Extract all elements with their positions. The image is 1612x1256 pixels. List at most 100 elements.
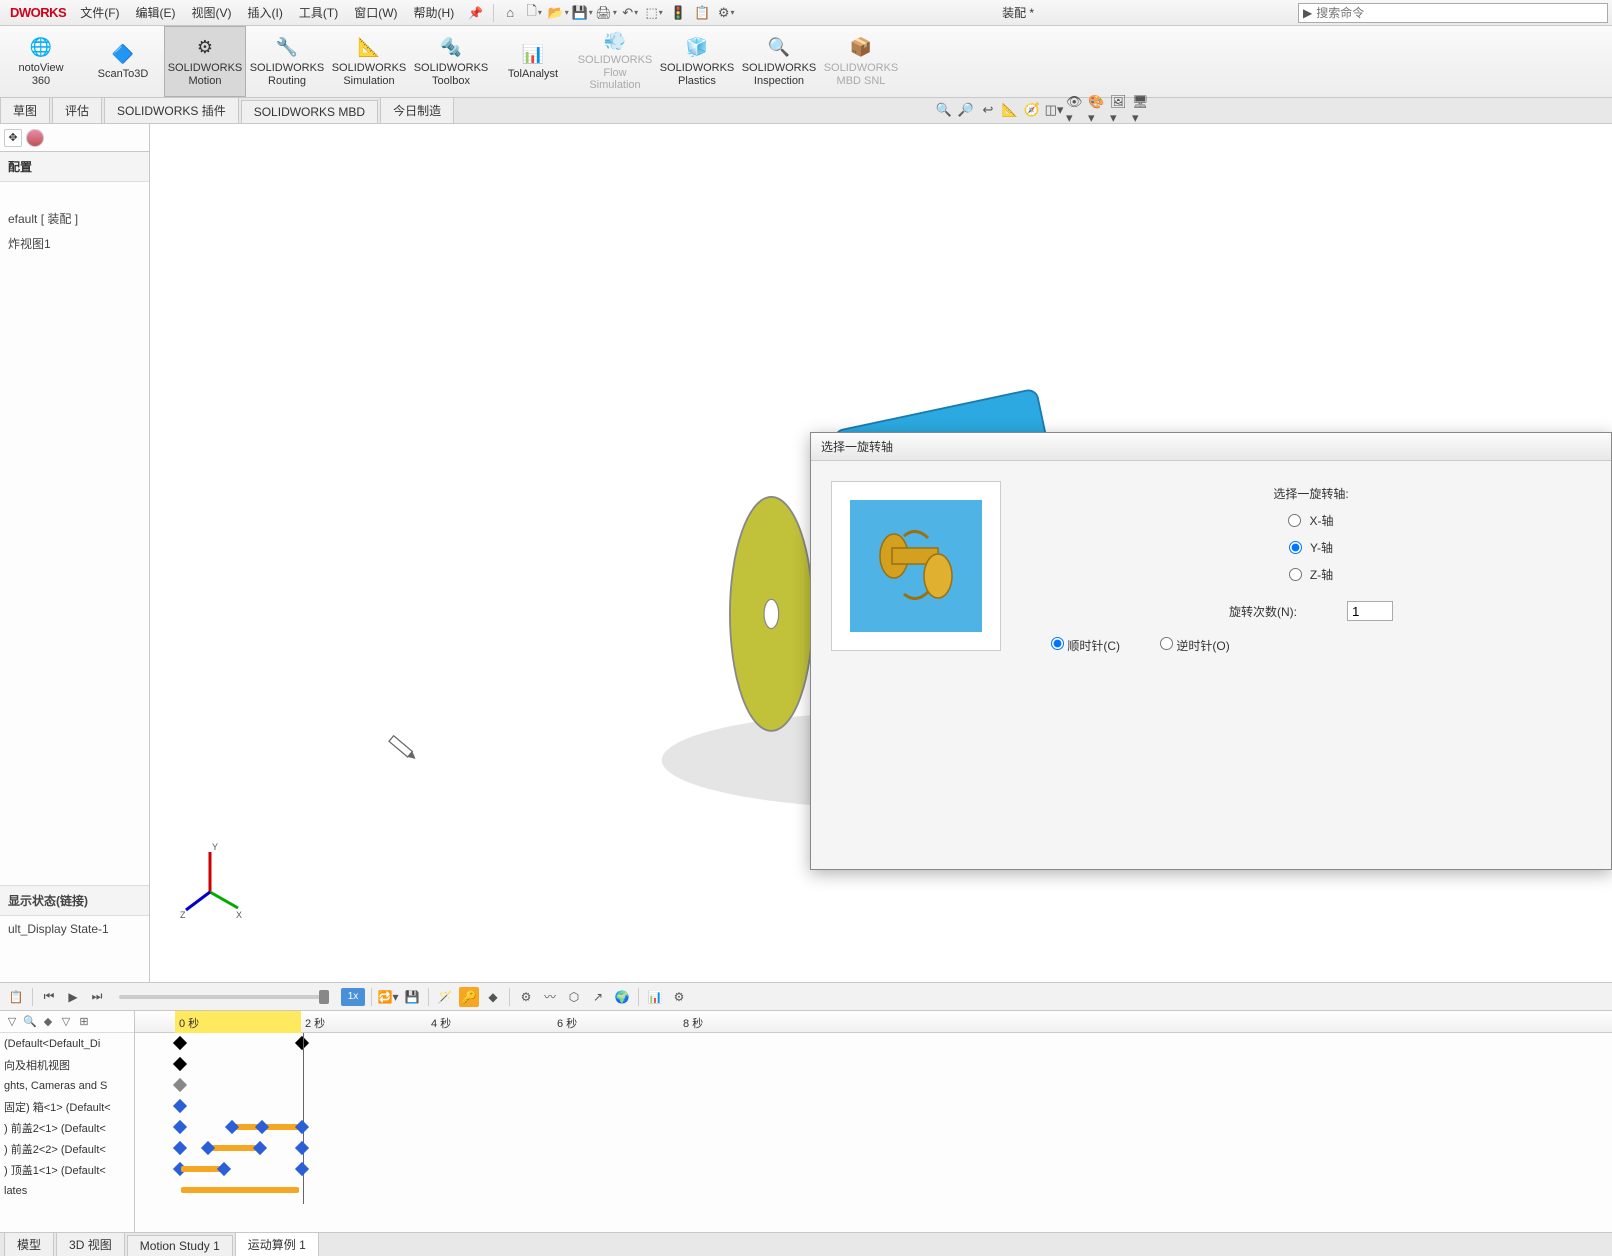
motor-icon[interactable]: ⚙ (516, 987, 536, 1007)
view-triad[interactable]: Y Z X (180, 842, 250, 922)
table-row[interactable]: (Default<Default_Di (0, 1033, 134, 1054)
display-style-icon[interactable]: ◫▾ (1044, 100, 1064, 120)
radio-cw-input[interactable] (1051, 637, 1064, 650)
tab-motionstudy2[interactable]: 运动算例 1 (235, 1232, 319, 1256)
view-orient-icon[interactable]: 🧭 (1022, 100, 1042, 120)
table-row[interactable]: lates (0, 1180, 134, 1201)
force-icon[interactable]: ↗ (588, 987, 608, 1007)
spring-icon[interactable]: 〰 (540, 987, 560, 1007)
prev-view-icon[interactable]: ↩ (978, 100, 998, 120)
calc-icon[interactable]: 📋 (6, 987, 26, 1007)
rotations-input[interactable] (1347, 601, 1393, 621)
menu-tools[interactable]: 工具(T) (291, 0, 346, 25)
tree-item-exploded[interactable]: 炸视图1 (0, 231, 149, 256)
ribbon-toolbox[interactable]: 🔩 SOLIDWORKSToolbox (410, 26, 492, 97)
gravity-icon[interactable]: 🌍 (612, 987, 632, 1007)
pin-icon[interactable]: 📌 (468, 6, 483, 20)
new-icon[interactable]: 🗋▾ (526, 5, 542, 21)
search-run-icon[interactable]: ▶ (1303, 6, 1312, 20)
menu-help[interactable]: 帮助(H) (406, 0, 463, 25)
table-row[interactable]: ghts, Cameras and S (0, 1075, 134, 1096)
speed-indicator[interactable]: 1x (341, 988, 365, 1006)
tab-today[interactable]: 今日制造 (380, 97, 454, 123)
radio-ccw-input[interactable] (1160, 637, 1173, 650)
ribbon-scanto3d[interactable]: 🔷 ScanTo3D (82, 26, 164, 97)
menu-insert[interactable]: 插入(I) (240, 0, 291, 25)
radio-ccw[interactable]: 逆时针(O) (1160, 637, 1230, 654)
table-row[interactable]: ) 顶盖1<1> (Default< (0, 1159, 134, 1180)
undo-icon[interactable]: ↶▾ (622, 5, 638, 21)
tab-plugins[interactable]: SOLIDWORKS 插件 (104, 97, 239, 123)
save-anim-icon[interactable]: 💾 (402, 987, 422, 1007)
motion-settings-icon[interactable]: ⚙ (669, 987, 689, 1007)
tab-3dview[interactable]: 3D 视图 (56, 1232, 125, 1256)
timeline-ruler[interactable]: 0 秒 2 秒 4 秒 6 秒 8 秒 (135, 1011, 1612, 1033)
timeline-tracks[interactable]: 0 秒 2 秒 4 秒 6 秒 8 秒 (135, 1011, 1612, 1232)
radio-x-input[interactable] (1288, 514, 1301, 527)
tab-sketch[interactable]: 草图 (0, 97, 50, 123)
table-row[interactable]: 固定) 箱<1> (Default< (0, 1096, 134, 1117)
playback-slider[interactable] (119, 995, 329, 999)
table-row[interactable]: 向及相机视图 (0, 1054, 134, 1075)
loop-icon[interactable]: 🔁▾ (378, 987, 398, 1007)
filter4-icon[interactable]: ▽ (58, 1014, 74, 1030)
menu-edit[interactable]: 编辑(E) (128, 0, 184, 25)
table-row[interactable]: ) 前盖2<1> (Default< (0, 1117, 134, 1138)
tab-mbd[interactable]: SOLIDWORKS MBD (241, 100, 378, 123)
select-icon[interactable]: ⬚▾ (646, 5, 662, 21)
zoom-area-icon[interactable]: 🔎 (956, 100, 976, 120)
radio-cw[interactable]: 顺时针(C) (1051, 637, 1120, 654)
tree-item-default[interactable]: efault [ 装配 ] (0, 206, 149, 231)
radio-y-input[interactable] (1289, 541, 1302, 554)
tab-model[interactable]: 模型 (4, 1232, 54, 1256)
filter-icon[interactable]: ▽ (4, 1014, 20, 1030)
autokey-icon[interactable]: 🔑 (459, 987, 479, 1007)
ribbon-tolanalyst[interactable]: 📊 TolAnalyst (492, 26, 574, 97)
scene-icon[interactable]: 🎨▾ (1088, 100, 1108, 120)
ribbon-inspection[interactable]: 🔍 SOLIDWORKSInspection (738, 26, 820, 97)
home-icon[interactable]: ⌂ (502, 5, 518, 21)
move-icon[interactable]: ✥ (4, 129, 22, 147)
menu-window[interactable]: 窗口(W) (346, 0, 405, 25)
save-icon[interactable]: 💾▾ (574, 5, 590, 21)
ribbon-routing[interactable]: 🔧 SOLIDWORKSRouting (246, 26, 328, 97)
filter3-icon[interactable]: ◆ (40, 1014, 56, 1030)
ribbon-simulation[interactable]: 📐 SOLIDWORKSSimulation (328, 26, 410, 97)
filter5-icon[interactable]: ⊞ (76, 1014, 92, 1030)
radio-z-input[interactable] (1289, 568, 1302, 581)
tab-evaluate[interactable]: 评估 (52, 97, 102, 123)
appearance-icon[interactable] (26, 129, 44, 147)
open-icon[interactable]: 📂▾ (550, 5, 566, 21)
options-icon[interactable]: 📋 (694, 5, 710, 21)
print-icon[interactable]: 🖨▾ (598, 5, 614, 21)
search-box[interactable]: ▶ (1298, 3, 1608, 23)
results-icon[interactable]: 📊 (645, 987, 665, 1007)
radio-z-axis[interactable]: Z-轴 (1031, 566, 1591, 583)
play-icon[interactable]: ▶ (63, 987, 83, 1007)
tab-motionstudy1[interactable]: Motion Study 1 (127, 1235, 233, 1256)
play-start-icon[interactable]: ⏮ (39, 987, 59, 1007)
apply-scene-icon[interactable]: 🖼▾ (1110, 100, 1130, 120)
settings-icon[interactable]: ⚙▾ (718, 5, 734, 21)
zoom-fit-icon[interactable]: 🔍 (934, 100, 954, 120)
ribbon-mbdsnl[interactable]: 📦 SOLIDWORKSMBD SNL (820, 26, 902, 97)
section-icon[interactable]: 📐 (1000, 100, 1020, 120)
play-end-icon[interactable]: ⏭ (87, 987, 107, 1007)
ribbon-flowsim[interactable]: 💨 SOLIDWORKSFlow Simulation (574, 26, 656, 97)
animation-wizard-icon[interactable]: 🪄 (435, 987, 455, 1007)
addkey-icon[interactable]: ◆ (483, 987, 503, 1007)
table-row[interactable]: ) 前盖2<2> (Default< (0, 1138, 134, 1159)
ribbon-photoview360[interactable]: 🌐 notoView360 (0, 26, 82, 97)
filter2-icon[interactable]: 🔍 (22, 1014, 38, 1030)
hide-show-icon[interactable]: 👁▾ (1066, 100, 1086, 120)
search-input[interactable] (1316, 6, 1603, 20)
menu-view[interactable]: 视图(V) (184, 0, 240, 25)
ribbon-motion[interactable]: ⚙ SOLIDWORKSMotion (164, 26, 246, 97)
radio-x-axis[interactable]: X-轴 (1031, 512, 1591, 529)
radio-y-axis[interactable]: Y-轴 (1031, 539, 1591, 556)
ribbon-plastics[interactable]: 🧊 SOLIDWORKSPlastics (656, 26, 738, 97)
menu-file[interactable]: 文件(F) (72, 0, 127, 25)
rebuild-icon[interactable]: 🚦 (670, 5, 686, 21)
view-settings-icon[interactable]: 🖥▾ (1132, 100, 1152, 120)
contact-icon[interactable]: ⬡ (564, 987, 584, 1007)
